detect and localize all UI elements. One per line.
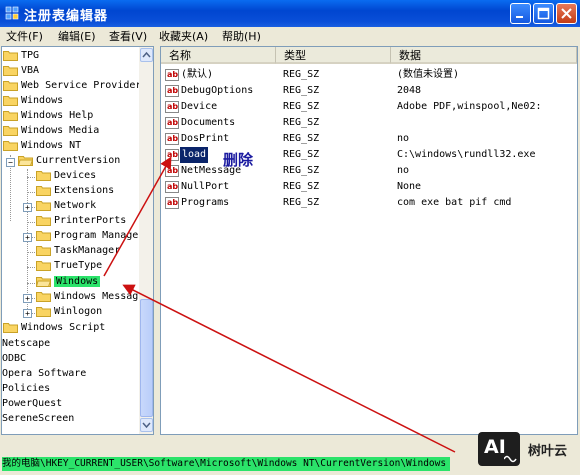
tree-item[interactable]: PowerQuest — [2, 397, 62, 411]
folder-icon — [3, 95, 18, 106]
tree-item[interactable]: Windows NT — [3, 139, 81, 153]
string-value-icon: ab — [165, 165, 179, 177]
folder-icon — [3, 80, 18, 91]
value-row[interactable]: ab NullPort REG_SZ None — [161, 179, 577, 195]
close-button[interactable] — [556, 3, 577, 24]
scroll-down-button[interactable] — [140, 418, 153, 432]
folder-icon — [36, 170, 51, 181]
folder-icon — [3, 125, 18, 136]
string-value-icon: ab — [165, 133, 179, 145]
tree-item[interactable]: Opera Software — [2, 367, 86, 381]
open-folder-icon — [18, 155, 33, 166]
delete-annotation-label: 删除 — [223, 151, 254, 169]
scroll-thumb[interactable] — [140, 299, 153, 417]
string-value-icon: ab — [165, 197, 179, 209]
tree-scrollbar[interactable] — [139, 47, 153, 434]
string-value-icon: ab — [165, 101, 179, 113]
menu-help[interactable]: 帮助(H) — [222, 28, 261, 44]
tree-item[interactable]: TPG — [3, 49, 39, 63]
string-value-icon: ab — [165, 117, 179, 129]
value-row[interactable]: ab Programs REG_SZ com exe bat pif cmd — [161, 195, 577, 211]
status-path: 我的电脑\HKEY_CURRENT_USER\Software\Microsof… — [2, 457, 451, 471]
tree-item[interactable]: Web Service Providers — [3, 79, 147, 93]
window-title: 注册表编辑器 — [24, 9, 109, 24]
folder-icon — [3, 50, 18, 61]
folder-icon — [36, 200, 51, 211]
folder-icon — [36, 306, 51, 317]
folder-icon — [3, 140, 18, 151]
key-tree-pane[interactable]: TPG VBA Web Service Providers Windows Wi… — [1, 46, 154, 435]
folder-icon — [36, 215, 51, 226]
string-value-icon: ab — [165, 149, 179, 161]
tree-item[interactable]: Windows Media — [3, 124, 99, 138]
tree-item-windows-selected[interactable]: Windows — [36, 275, 101, 289]
watermark-text: 树叶云 — [528, 444, 568, 459]
folder-icon — [3, 65, 18, 76]
registry-editor-window: 注册表编辑器 文件(F) 编辑(E) 查看(V) 收藏夹(A) 帮助(H) TP… — [0, 0, 580, 475]
string-value-icon: ab — [165, 181, 179, 193]
menu-bar: 文件(F) 编辑(E) 查看(V) 收藏夹(A) 帮助(H) — [0, 27, 580, 44]
tree-item[interactable]: Windows Script — [3, 321, 105, 335]
maximize-icon — [537, 7, 550, 20]
collapse-toggle[interactable]: − — [6, 158, 15, 167]
value-row[interactable]: ab DosPrint REG_SZ no — [161, 131, 577, 147]
expand-toggle[interactable]: + — [23, 203, 32, 212]
maximize-button[interactable] — [533, 3, 554, 24]
expand-toggle[interactable]: + — [23, 233, 32, 242]
folder-icon — [3, 110, 18, 121]
tree-item[interactable]: VBA — [3, 64, 39, 78]
value-row[interactable]: ab Documents REG_SZ — [161, 115, 577, 131]
tree-item[interactable]: Program Manager — [36, 229, 144, 243]
folder-icon — [36, 230, 51, 241]
menu-edit[interactable]: 编辑(E) — [58, 28, 96, 44]
minimize-icon — [516, 16, 523, 18]
menu-favorites[interactable]: 收藏夹(A) — [159, 28, 208, 44]
tree-item[interactable]: Network — [36, 199, 96, 213]
registry-app-icon — [5, 6, 19, 20]
tree-item[interactable]: Windows Messaging — [36, 290, 153, 304]
tree-item[interactable]: ODBC — [2, 352, 26, 366]
tree-item[interactable]: Windows Help — [3, 109, 93, 123]
menu-file[interactable]: 文件(F) — [6, 28, 43, 44]
tree-item-currentversion[interactable]: CurrentVersion — [18, 154, 120, 168]
scroll-up-button[interactable] — [140, 48, 153, 62]
tree-item[interactable]: SereneScreen — [2, 412, 74, 426]
folder-icon — [36, 185, 51, 196]
tree-item[interactable]: Policies — [2, 382, 50, 396]
folder-icon — [36, 245, 51, 256]
folder-icon — [36, 260, 51, 271]
string-value-icon: ab — [165, 85, 179, 97]
tree-item[interactable]: Winlogon — [36, 305, 102, 319]
tree-item[interactable]: Extensions — [36, 184, 114, 198]
column-data-header[interactable]: 数据 — [391, 47, 577, 64]
string-value-icon: ab — [165, 69, 179, 81]
minimize-button[interactable] — [510, 3, 531, 24]
column-type-header[interactable]: 类型 — [276, 47, 391, 64]
column-name-header[interactable]: 名称 — [161, 47, 276, 64]
arrow-down-icon — [142, 422, 151, 429]
tree-item[interactable]: PrinterPorts — [36, 214, 126, 228]
tree-item[interactable]: Netscape — [2, 337, 50, 351]
value-row[interactable]: ab (默认) REG_SZ (数值未设置) — [161, 67, 577, 83]
values-list-pane[interactable]: 名称 类型 数据 ab (默认) REG_SZ (数值未设置) ab Debug… — [160, 46, 578, 435]
menu-view[interactable]: 查看(V) — [109, 28, 147, 44]
wave-icon — [504, 455, 517, 463]
open-folder-icon — [36, 276, 51, 287]
tree-item[interactable]: TrueType — [36, 259, 102, 273]
ai-logo-box: AI — [478, 432, 520, 466]
tree-item[interactable]: Devices — [36, 169, 96, 183]
expand-toggle[interactable]: + — [23, 309, 32, 318]
watermark-logo: AI 树叶云 — [476, 430, 574, 468]
title-bar[interactable]: 注册表编辑器 — [0, 0, 580, 27]
tree-item[interactable]: TaskManager — [36, 244, 120, 258]
value-row[interactable]: ab Device REG_SZ Adobe PDF,winspool,Ne02… — [161, 99, 577, 115]
tree-item[interactable]: Windows — [3, 94, 63, 108]
folder-icon — [3, 322, 18, 333]
close-icon — [561, 8, 572, 19]
value-row[interactable]: ab DebugOptions REG_SZ 2048 — [161, 83, 577, 99]
folder-icon — [36, 291, 51, 302]
arrow-up-icon — [142, 51, 151, 58]
expand-toggle[interactable]: + — [23, 294, 32, 303]
